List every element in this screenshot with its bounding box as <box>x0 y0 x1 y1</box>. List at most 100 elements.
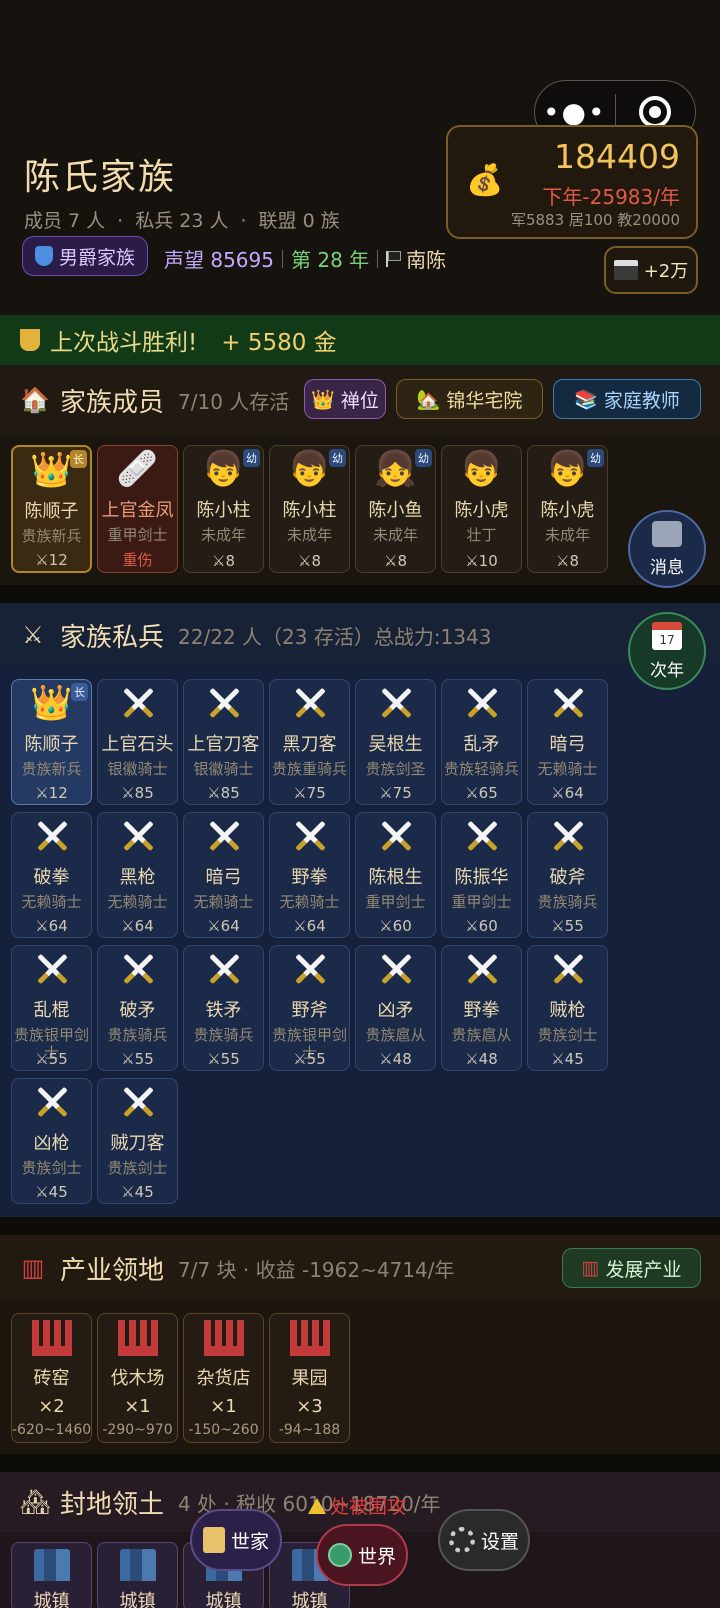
soldier-power: ⚔65 <box>465 784 498 802</box>
soldier-card[interactable]: 暗弓 无赖骑士 ⚔64 <box>527 679 608 805</box>
soldier-name: 上官刀客 <box>187 734 260 755</box>
industry-card[interactable]: 果园 ×3 -94~188 <box>269 1313 350 1443</box>
soldier-card[interactable]: 贼枪 贵族剑士 ⚔45 <box>527 945 608 1071</box>
rank-badge[interactable]: 男爵家族 <box>22 236 149 276</box>
battle-banner: 上次战斗胜利! + 5580 金 <box>0 315 720 365</box>
ad-reward-button[interactable]: +2万 <box>604 246 698 294</box>
soldier-card[interactable]: 贼刀客 贵族剑士 ⚔45 <box>97 1078 178 1204</box>
soldier-card[interactable]: 陈根生 重甲剑士 ⚔60 <box>355 812 436 938</box>
soldier-card[interactable]: 野拳 无赖骑士 ⚔64 <box>269 812 350 938</box>
section-gap <box>0 1217 720 1235</box>
members-title: 家族成员 <box>60 387 165 418</box>
member-card[interactable]: 幼 👧 陈小鱼 未成年 ⚔8 <box>355 445 436 573</box>
clapperboard-icon <box>613 260 638 280</box>
ad-reward-label: +2万 <box>643 261 689 282</box>
tutor-button[interactable]: 📚 家庭教师 <box>553 379 701 419</box>
member-card[interactable]: 幼 👦 陈小柱 未成年 ⚔8 <box>269 445 350 573</box>
factory-icon <box>270 1314 349 1360</box>
soldier-card[interactable]: 上官石头 银徽骑士 ⚔85 <box>97 679 178 805</box>
soldier-name: 铁矛 <box>205 1000 242 1021</box>
soldier-card[interactable]: 破拳 无赖骑士 ⚔64 <box>11 812 92 938</box>
nav-world-button[interactable]: 世界 <box>316 1524 408 1586</box>
family-stats: 成员 7 人 · 私兵 23 人 · 联盟 0 族 <box>24 206 340 233</box>
soldier-power: ⚔64 <box>207 917 240 935</box>
city-icon <box>119 1549 156 1581</box>
member-class: 未成年 <box>372 526 418 544</box>
money-bag-icon: 💰 <box>466 163 504 198</box>
member-card[interactable]: 幼 👦 陈小虎 未成年 ⚔8 <box>527 445 608 573</box>
swords-icon <box>528 946 607 992</box>
factory-icon <box>184 1314 263 1360</box>
industry-income-range: -150~260 <box>188 1422 259 1438</box>
member-card[interactable]: 幼 👦 陈小柱 未成年 ⚔8 <box>183 445 264 573</box>
soldier-power: ⚔48 <box>379 1050 412 1068</box>
soldier-name: 贼枪 <box>549 1000 586 1021</box>
soldier-card[interactable]: 凶枪 贵族剑士 ⚔45 <box>11 1078 92 1204</box>
soldier-card[interactable]: 暗弓 无赖骑士 ⚔64 <box>183 812 264 938</box>
soldier-card[interactable]: 陈振华 重甲剑士 ⚔60 <box>441 812 522 938</box>
member-power: ⚔8 <box>384 552 407 570</box>
soldier-card[interactable]: 野斧 贵族银甲剑士 ⚔55 <box>269 945 350 1071</box>
soldier-card[interactable]: 吴根生 贵族剑圣 ⚔75 <box>355 679 436 805</box>
soldier-card[interactable]: 破斧 贵族骑兵 ⚔55 <box>527 812 608 938</box>
member-tag: 长 <box>70 450 87 468</box>
next-year-button[interactable]: 17 次年 <box>628 612 706 690</box>
nav-family-button[interactable]: 世家 <box>190 1509 282 1571</box>
house-icon: 🏡 <box>416 388 441 411</box>
town-card[interactable]: 城镇 <box>11 1542 92 1608</box>
member-card[interactable]: 长 👑 陈顺子 贵族新兵 ⚔12 <box>11 445 92 573</box>
soldier-power: ⚔64 <box>293 917 326 935</box>
members-subtitle: 7/10 人存活 <box>178 389 290 414</box>
swords-icon <box>528 680 607 726</box>
calendar-icon: 17 <box>652 621 682 650</box>
industry-income-range: -290~970 <box>102 1422 173 1438</box>
next-year-label: 次年 <box>650 660 684 681</box>
soldier-card[interactable]: 上官刀客 银徽骑士 ⚔85 <box>183 679 264 805</box>
industry-card[interactable]: 砖窑 ×2 -620~1460 <box>11 1313 92 1443</box>
industry-count: ×1 <box>124 1396 151 1417</box>
swords-icon <box>463 684 501 722</box>
member-card[interactable]: 👦 陈小虎 壮丁 ⚔10 <box>441 445 522 573</box>
soldier-name: 破拳 <box>33 867 70 888</box>
soldier-name: 野拳 <box>463 1000 500 1021</box>
soldier-power: ⚔60 <box>379 917 412 935</box>
swords-icon <box>119 817 157 855</box>
member-card[interactable]: 🩹 上官金凤 重甲剑士 重伤 <box>97 445 178 573</box>
soldier-power: ⚔55 <box>551 917 584 935</box>
soldier-card[interactable]: 凶矛 贵族扈从 ⚔48 <box>355 945 436 1071</box>
swords-icon <box>356 680 435 726</box>
industry-card[interactable]: 杂货店 ×1 -150~260 <box>183 1313 264 1443</box>
town-card[interactable]: 城镇 <box>97 1542 178 1608</box>
industry-name: 伐木场 <box>110 1368 165 1389</box>
gear-icon <box>448 1527 475 1553</box>
develop-label: 发展产业 <box>605 1258 682 1281</box>
trophy-icon <box>20 329 40 351</box>
gold-panel[interactable]: 💰 184409 下年-25983/年 军5883 居100 教20000 <box>446 125 698 239</box>
develop-industry-button[interactable]: ▥ 发展产业 <box>562 1248 701 1288</box>
soldier-card[interactable]: 铁矛 贵族骑兵 ⚔55 <box>183 945 264 1071</box>
factory-icon <box>203 1320 244 1356</box>
fief-title: 封地领土 <box>60 1489 165 1520</box>
swords-icon <box>270 680 349 726</box>
soldier-card[interactable]: 破矛 贵族骑兵 ⚔55 <box>97 945 178 1071</box>
member-class: 未成年 <box>286 526 332 544</box>
industry-card[interactable]: 伐木场 ×1 -290~970 <box>97 1313 178 1443</box>
abdicate-button[interactable]: 👑 禅位 <box>304 379 386 419</box>
soldier-card[interactable]: 黑刀客 贵族重骑兵 ⚔75 <box>269 679 350 805</box>
member-power: ⚔8 <box>556 552 579 570</box>
swords-icon <box>12 813 91 859</box>
nav-settings-button[interactable]: 设置 <box>438 1509 530 1571</box>
soldier-card[interactable]: 黑枪 无赖骑士 ⚔64 <box>97 812 178 938</box>
soldier-card[interactable]: 长 👑 陈顺子 贵族新兵 ⚔12 <box>11 679 92 805</box>
soldier-card[interactable]: 乱矛 贵族轻骑兵 ⚔65 <box>441 679 522 805</box>
residence-button[interactable]: 🏡 锦华宅院 <box>396 379 543 419</box>
abdicate-label: 禅位 <box>340 389 379 412</box>
swords-icon <box>356 946 435 992</box>
town-name: 城镇 <box>205 1591 242 1608</box>
soldier-card[interactable]: 野拳 贵族扈从 ⚔48 <box>441 945 522 1071</box>
soldier-power: ⚔64 <box>551 784 584 802</box>
soldier-power: ⚔55 <box>293 1050 326 1068</box>
alliance-count: 联盟 0 族 <box>258 210 340 232</box>
soldier-card[interactable]: 乱棍 贵族银甲剑士 ⚔55 <box>11 945 92 1071</box>
messages-button[interactable]: 消息 <box>628 510 706 588</box>
